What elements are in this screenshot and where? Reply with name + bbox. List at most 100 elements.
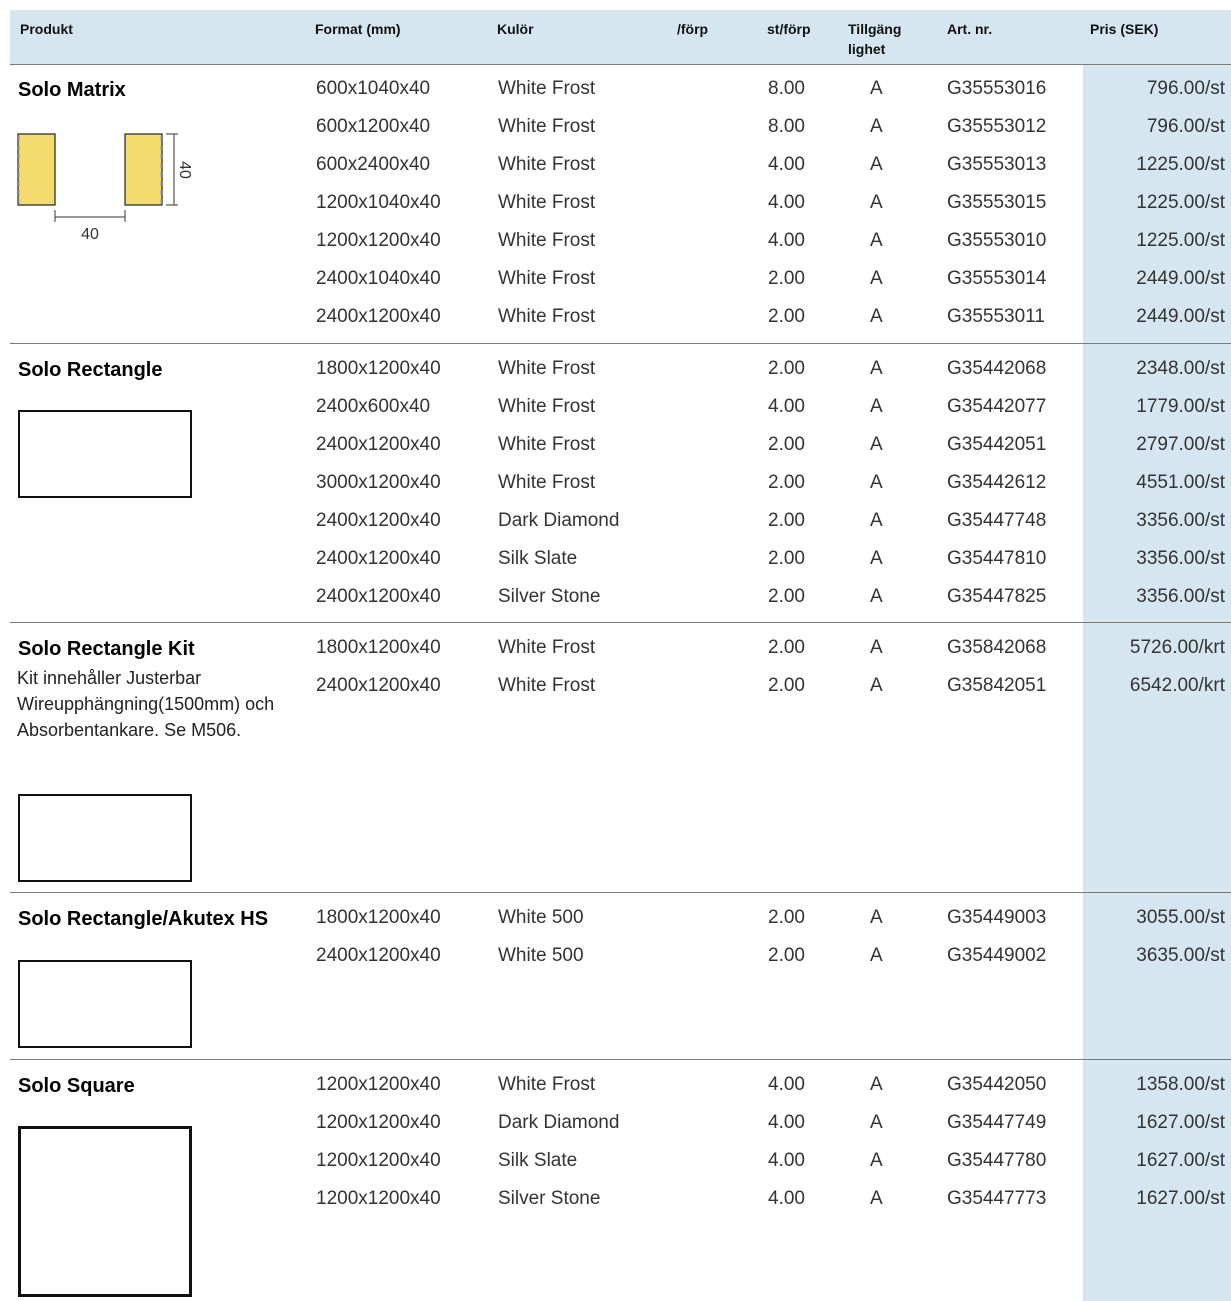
- cell-price: 2449.00/st: [1136, 268, 1225, 289]
- cell-st-forp: 2.00: [768, 907, 805, 928]
- cell-format: 2400x1200x40: [316, 434, 441, 455]
- table-row: 1200x1200x40 Silk Slate 4.00 A G35447780…: [0, 1148, 1231, 1186]
- cell-art-nr: G35553014: [947, 268, 1047, 289]
- cell-format: 1200x1200x40: [316, 230, 441, 251]
- cell-art-nr: G35447773: [947, 1188, 1047, 1209]
- cell-availability: A: [870, 586, 883, 607]
- cell-format: 2400x1200x40: [316, 675, 441, 696]
- cell-art-nr: G35449003: [947, 907, 1047, 928]
- cell-color: White Frost: [498, 396, 596, 417]
- cell-availability: A: [870, 1074, 883, 1095]
- cell-st-forp: 4.00: [768, 1150, 805, 1171]
- header-tillganglighet-line2: lighet: [848, 41, 886, 57]
- cell-availability: A: [870, 268, 883, 289]
- header-tillganglighet-line1: Tillgäng: [848, 21, 902, 37]
- table-row: 1800x1200x40 White Frost 2.00 A G3584206…: [0, 635, 1231, 673]
- product-section-solo-rectangle-kit: Solo Rectangle Kit Kit innehåller Juster…: [0, 623, 1231, 892]
- cell-color: Silk Slate: [498, 548, 578, 569]
- product-rows: 1800x1200x40 White 500 2.00 A G35449003 …: [0, 905, 1231, 981]
- cell-color: White Frost: [498, 675, 596, 696]
- cell-format: 3000x1200x40: [316, 472, 441, 493]
- cell-color: White Frost: [498, 358, 596, 379]
- table-row: 1800x1200x40 White 500 2.00 A G35449003 …: [0, 905, 1231, 943]
- cell-price: 1358.00/st: [1136, 1074, 1225, 1095]
- cell-art-nr: G35842051: [947, 675, 1047, 696]
- cell-color: White Frost: [498, 78, 596, 99]
- cell-availability: A: [870, 510, 883, 531]
- cell-st-forp: 8.00: [768, 116, 805, 137]
- table-row: 2400x1200x40 Silk Slate 2.00 A G35447810…: [0, 546, 1231, 584]
- table-row: 2400x1200x40 White Frost 2.00 A G3584205…: [0, 673, 1231, 711]
- cell-st-forp: 2.00: [768, 268, 805, 289]
- cell-art-nr: G35442051: [947, 434, 1047, 455]
- cell-art-nr: G35447748: [947, 510, 1047, 531]
- table-row: 2400x1200x40 White 500 2.00 A G35449002 …: [0, 943, 1231, 981]
- header-art-nr: Art. nr.: [947, 21, 993, 37]
- cell-format: 1200x1200x40: [316, 1112, 441, 1133]
- cell-st-forp: 4.00: [768, 1074, 805, 1095]
- cell-format: 2400x1200x40: [316, 586, 441, 607]
- cell-color: Silver Stone: [498, 586, 601, 607]
- cell-st-forp: 2.00: [768, 472, 805, 493]
- table-row: 2400x1200x40 White Frost 2.00 A G3544205…: [0, 432, 1231, 470]
- cell-format: 1200x1200x40: [316, 1188, 441, 1209]
- product-rows: 1800x1200x40 White Frost 2.00 A G3544206…: [0, 356, 1231, 622]
- table-row: 1200x1200x40 Silver Stone 4.00 A G354477…: [0, 1186, 1231, 1224]
- product-section-solo-square: Solo Square 1200x1200x40 White Frost 4.0…: [0, 1060, 1231, 1301]
- cell-availability: A: [870, 472, 883, 493]
- cell-color: White Frost: [498, 1074, 596, 1095]
- cell-price: 1225.00/st: [1136, 154, 1225, 175]
- cell-price: 1225.00/st: [1136, 192, 1225, 213]
- cell-st-forp: 8.00: [768, 78, 805, 99]
- cell-availability: A: [870, 675, 883, 696]
- cell-price: 1627.00/st: [1136, 1112, 1225, 1133]
- table-row: 3000x1200x40 White Frost 2.00 A G3544261…: [0, 470, 1231, 508]
- header-forp: /förp: [677, 21, 709, 37]
- product-section-solo-matrix: Solo Matrix 40 40 600x1040x40 White Fros…: [0, 64, 1231, 343]
- cell-price: 2348.00/st: [1136, 358, 1225, 379]
- cell-availability: A: [870, 396, 883, 417]
- cell-art-nr: G35553015: [947, 192, 1047, 213]
- cell-art-nr: G35449002: [947, 945, 1047, 966]
- cell-color: Dark Diamond: [498, 510, 620, 531]
- product-rows: 1800x1200x40 White Frost 2.00 A G3584206…: [0, 635, 1231, 711]
- cell-price: 1225.00/st: [1136, 230, 1225, 251]
- cell-st-forp: 2.00: [768, 945, 805, 966]
- table-row: 600x1200x40 White Frost 8.00 A G35553012…: [0, 114, 1231, 152]
- table-row: 600x2400x40 White Frost 4.00 A G35553013…: [0, 152, 1231, 190]
- cell-color: White 500: [498, 907, 584, 928]
- cell-availability: A: [870, 1150, 883, 1171]
- product-rows: 1200x1200x40 White Frost 4.00 A G3544205…: [0, 1072, 1231, 1224]
- cell-color: White Frost: [498, 268, 596, 289]
- product-shape-rectangle: [18, 794, 192, 882]
- table-row: 2400x600x40 White Frost 4.00 A G35442077…: [0, 394, 1231, 432]
- cell-st-forp: 4.00: [768, 396, 805, 417]
- cell-color: Silver Stone: [498, 1188, 601, 1209]
- product-rows: 600x1040x40 White Frost 8.00 A G35553016…: [0, 76, 1231, 342]
- cell-st-forp: 4.00: [768, 1112, 805, 1133]
- cell-price: 1779.00/st: [1136, 396, 1225, 417]
- cell-availability: A: [870, 907, 883, 928]
- cell-st-forp: 2.00: [768, 548, 805, 569]
- cell-st-forp: 4.00: [768, 230, 805, 251]
- cell-format: 1200x1200x40: [316, 1074, 441, 1095]
- cell-art-nr: G35442077: [947, 396, 1047, 417]
- cell-price: 796.00/st: [1146, 116, 1225, 137]
- cell-format: 2400x1200x40: [316, 548, 441, 569]
- cell-price: 5726.00/krt: [1129, 637, 1225, 658]
- cell-availability: A: [870, 78, 883, 99]
- cell-price: 4551.00/st: [1136, 472, 1225, 493]
- cell-price: 6542.00/krt: [1129, 675, 1225, 696]
- header-format: Format (mm): [315, 21, 401, 37]
- cell-art-nr: G35553011: [947, 306, 1045, 327]
- cell-art-nr: G35442068: [947, 358, 1047, 379]
- cell-format: 1200x1040x40: [316, 192, 441, 213]
- cell-st-forp: 4.00: [768, 192, 805, 213]
- cell-color: White Frost: [498, 230, 596, 251]
- cell-color: Dark Diamond: [498, 1112, 620, 1133]
- cell-price: 1627.00/st: [1136, 1188, 1225, 1209]
- cell-availability: A: [870, 116, 883, 137]
- cell-format: 600x2400x40: [316, 154, 431, 175]
- cell-art-nr: G35553013: [947, 154, 1047, 175]
- cell-format: 600x1040x40: [316, 78, 431, 99]
